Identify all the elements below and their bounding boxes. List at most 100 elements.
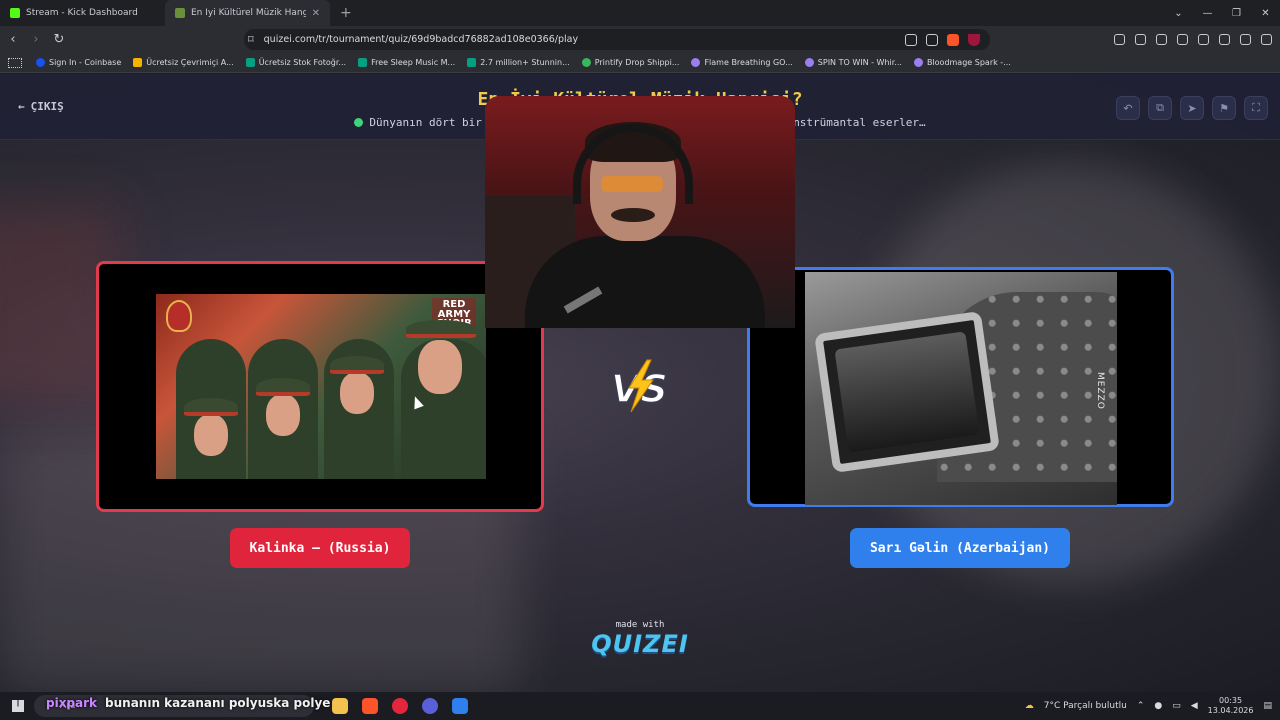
apps-icon[interactable] — [8, 57, 22, 68]
minimize-icon[interactable]: — — [1193, 8, 1222, 19]
menu-icon[interactable] — [1261, 34, 1272, 45]
chat-username: pixpark — [46, 696, 98, 710]
close-window-icon[interactable]: ✕ — [1251, 8, 1280, 19]
bookmark-coinbase[interactable]: Sign In - Coinbase — [36, 58, 121, 67]
webcam-person-body — [525, 236, 765, 328]
navigation-bar: ‹ › ↻ ⌑ quizei.com/tr/tournament/quiz/69… — [0, 26, 1280, 53]
bookmark-image-tool[interactable]: Ücretsiz Çevrimiçi A... — [133, 58, 234, 67]
tab-title: En İyi Kültürel Müzik Hangisi? — [191, 8, 306, 18]
new-tab-button[interactable]: + — [330, 5, 362, 21]
volume-icon[interactable]: ◀ — [1191, 701, 1198, 711]
bookmark-icon[interactable]: ⌑ — [248, 33, 254, 46]
choir-cap — [184, 398, 238, 416]
television-icon — [814, 310, 1000, 474]
flag-icon[interactable]: ⚑ — [1212, 96, 1236, 120]
back-icon[interactable]: ‹ — [3, 32, 23, 47]
forward-icon[interactable]: › — [26, 32, 46, 47]
taskbar-apps — [332, 698, 468, 714]
sidebar-icon[interactable] — [1177, 34, 1188, 45]
choir-face — [418, 340, 462, 394]
quizei-logo[interactable]: QUIZEI — [0, 630, 1280, 658]
video-thumbnail-choir[interactable]: RED ARMY CHOIR — [156, 294, 486, 479]
choir-cap — [406, 320, 476, 338]
option-card-left[interactable]: RED ARMY CHOIR — [96, 261, 544, 512]
share-icon[interactable] — [926, 33, 938, 46]
clock[interactable]: 00:35 13.04.2026 — [1208, 696, 1254, 715]
bookmark-printify[interactable]: Printify Drop Shippi... — [581, 58, 680, 67]
bookmark-spin-to-win[interactable]: SPIN TO WIN - Whir... — [804, 58, 902, 67]
mustache — [611, 208, 655, 222]
date: 13.04.2026 — [1207, 706, 1254, 715]
extensions-icon[interactable] — [1114, 34, 1125, 45]
browser-tab-strip: Stream - Kick Dashboard En İyi Kültürel … — [0, 0, 1280, 26]
bookmark-label: Sign In - Coinbase — [49, 58, 122, 67]
vs-lightning-icon: VS — [610, 359, 669, 413]
maximize-icon[interactable]: ❐ — [1222, 8, 1251, 19]
chat-overlay: pixpark bunanın kazananı polyuska polye — [46, 696, 330, 710]
undo-icon[interactable]: ↶ — [1116, 96, 1140, 120]
screenshot-icon[interactable] — [1135, 34, 1146, 45]
chevron-up-icon[interactable]: ⌃ — [1137, 701, 1145, 711]
bookmark-stock-photo[interactable]: Ücretsiz Stok Fotoğr... — [245, 58, 347, 67]
header-actions: ↶ ⧉ ➤ ⚑ ⛶ — [1116, 96, 1268, 120]
address-bar-icons — [905, 33, 980, 46]
microphone-icon[interactable]: ● — [1154, 701, 1162, 711]
tab-kick-dashboard[interactable]: Stream - Kick Dashboard — [0, 0, 165, 26]
choir-face — [266, 394, 300, 436]
weather-text[interactable]: 7°C Parçalı bulutlu — [1044, 701, 1127, 711]
quiz-favicon-icon — [175, 8, 185, 18]
tab-quiz[interactable]: En İyi Kültürel Müzik Hangisi? ✕ — [165, 0, 330, 26]
bookmark-label: 2.7 million+ Stunnin... — [480, 58, 570, 67]
windows-start-icon[interactable] — [12, 700, 24, 712]
leo-ai-icon[interactable] — [1219, 34, 1230, 45]
tv-screen — [834, 331, 980, 453]
shield-icon — [691, 58, 701, 67]
weather-icon[interactable]: ☁ — [1025, 701, 1034, 711]
send-icon[interactable]: ➤ — [1180, 96, 1204, 120]
bookmark-flame-breathing[interactable]: Flame Breathing GO... — [691, 58, 793, 67]
printify-icon — [581, 58, 591, 67]
bookmark-bloodmage[interactable]: Bloodmage Spark -... — [913, 58, 1011, 67]
bookmark-sleep-music[interactable]: Free Sleep Music M... — [358, 58, 455, 67]
address-bar[interactable]: ⌑ quizei.com/tr/tournament/quiz/69d9badc… — [244, 29, 990, 50]
brave-browser-icon[interactable] — [362, 698, 378, 714]
bookmark-stunning[interactable]: 2.7 million+ Stunnin... — [467, 58, 570, 67]
brave-shield-icon[interactable] — [947, 33, 959, 46]
bookmark-label: Printify Drop Shippi... — [594, 58, 680, 67]
streamer-webcam-overlay — [485, 96, 795, 328]
option-label-right[interactable]: Sarı Gəlin (Azerbaijan) — [850, 528, 1070, 568]
video-thumbnail-tv[interactable]: MEZZO — [805, 272, 1117, 505]
option-card-right[interactable]: MEZZO — [747, 267, 1174, 507]
bookmarks-bar: Sign In - Coinbase Ücretsiz Çevrimiçi A.… — [0, 53, 1280, 73]
media-player-icon[interactable] — [392, 698, 408, 714]
reload-icon[interactable]: ↻ — [49, 32, 69, 47]
translate-icon[interactable] — [905, 33, 917, 46]
shield-icon — [913, 58, 923, 67]
bookmark-label: Ücretsiz Stok Fotoğr... — [258, 58, 347, 67]
taskbar-search[interactable]: Ara pixpark bunanın kazananı polyuska pol… — [34, 695, 330, 717]
tab-search-icon[interactable]: ⌄ — [1164, 8, 1193, 19]
obs-icon[interactable] — [422, 698, 438, 714]
bookmark-label: SPIN TO WIN - Whir... — [817, 58, 902, 67]
browser-toolbar — [1114, 26, 1272, 53]
window-controls: ⌄ — ❐ ✕ — [1164, 0, 1280, 26]
wallet-icon[interactable] — [1198, 34, 1209, 45]
share-icon[interactable]: ⧉ — [1148, 96, 1172, 120]
kick-icon — [10, 8, 20, 18]
brave-rewards-icon[interactable] — [968, 33, 980, 46]
option-label-left[interactable]: Kalinka – (Russia) — [230, 528, 410, 568]
fullscreen-icon[interactable]: ⛶ — [1244, 96, 1268, 120]
status-dot-icon — [354, 118, 364, 127]
pexels-icon — [358, 58, 368, 67]
bookmark-label: Ücretsiz Çevrimiçi A... — [146, 58, 234, 67]
music-icon[interactable] — [1156, 34, 1167, 45]
network-icon[interactable]: ▭ — [1172, 701, 1181, 711]
glasses — [601, 176, 663, 192]
close-tab-icon[interactable]: ✕ — [312, 8, 320, 19]
file-explorer-icon[interactable] — [332, 698, 348, 714]
vpn-icon[interactable] — [1240, 34, 1251, 45]
notifications-icon[interactable]: ▤ — [1263, 701, 1272, 711]
screen: Stream - Kick Dashboard En İyi Kültürel … — [0, 0, 1280, 720]
choir-face — [194, 414, 228, 456]
app-window-icon[interactable] — [452, 698, 468, 714]
